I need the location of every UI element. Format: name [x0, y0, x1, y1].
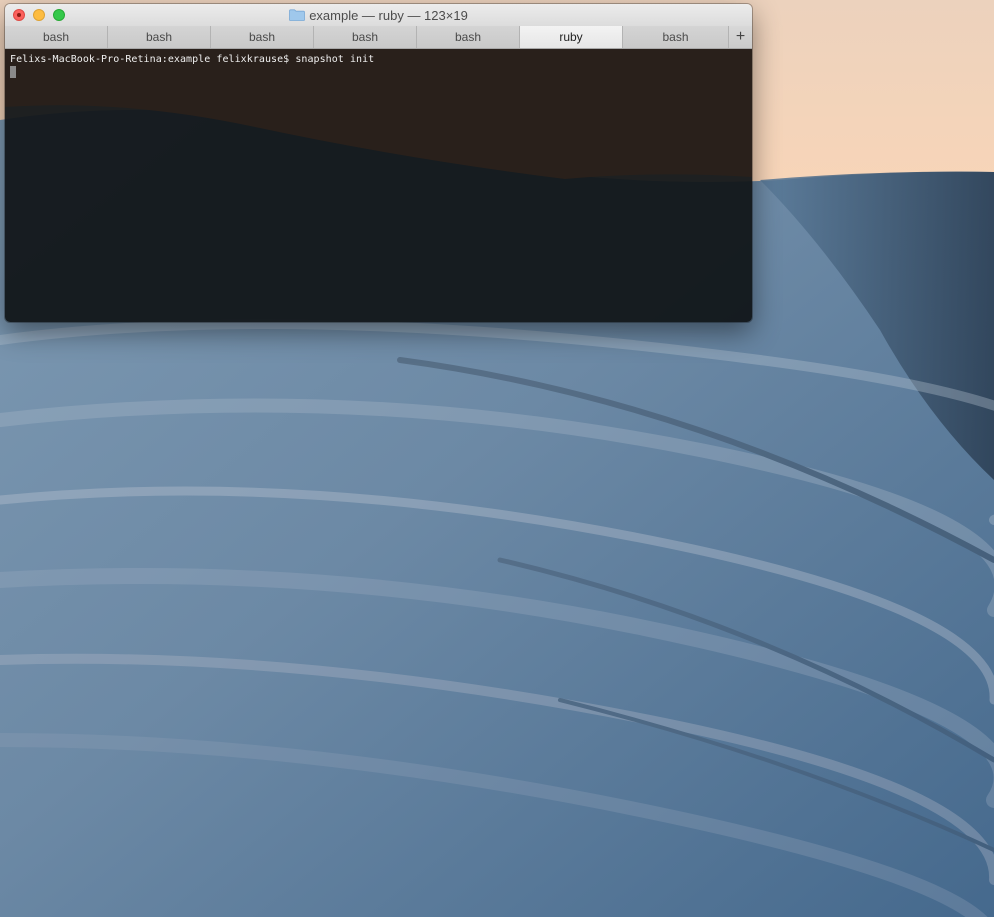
tab-bash-4[interactable]: bash: [314, 26, 417, 48]
terminal-cursor: [10, 66, 16, 78]
tab-label: bash: [662, 30, 689, 44]
folder-icon: [289, 9, 306, 21]
plus-icon: +: [735, 28, 746, 45]
tab-bash-1[interactable]: bash: [5, 26, 108, 48]
tab-bash-2[interactable]: bash: [108, 26, 211, 48]
new-tab-button[interactable]: +: [729, 26, 752, 48]
tab-bash-6[interactable]: bash: [623, 26, 729, 48]
tab-label: ruby: [559, 30, 583, 44]
tab-bash-5[interactable]: bash: [417, 26, 520, 48]
tab-label: bash: [454, 30, 482, 44]
tab-label: bash: [42, 30, 70, 44]
tab-bash-3[interactable]: bash: [211, 26, 314, 48]
tab-label: bash: [248, 30, 276, 44]
tab-bar: bash bash bash bash bash ruby bash +: [5, 26, 752, 49]
terminal-window[interactable]: example — ruby — 123×19 bash bash bash b…: [5, 4, 752, 322]
tab-label: bash: [351, 30, 379, 44]
terminal-content[interactable]: Felixs-MacBook-Pro-Retina:example felixk…: [5, 49, 752, 322]
tab-label: bash: [145, 30, 173, 44]
translucent-background: [5, 49, 752, 322]
window-title-text: example — ruby — 123×19: [309, 7, 468, 23]
tab-ruby-active[interactable]: ruby: [520, 26, 623, 48]
terminal-prompt-line: Felixs-MacBook-Pro-Retina:example felixk…: [10, 54, 375, 65]
window-title: example — ruby — 123×19: [5, 4, 752, 26]
window-titlebar[interactable]: example — ruby — 123×19: [5, 4, 752, 26]
